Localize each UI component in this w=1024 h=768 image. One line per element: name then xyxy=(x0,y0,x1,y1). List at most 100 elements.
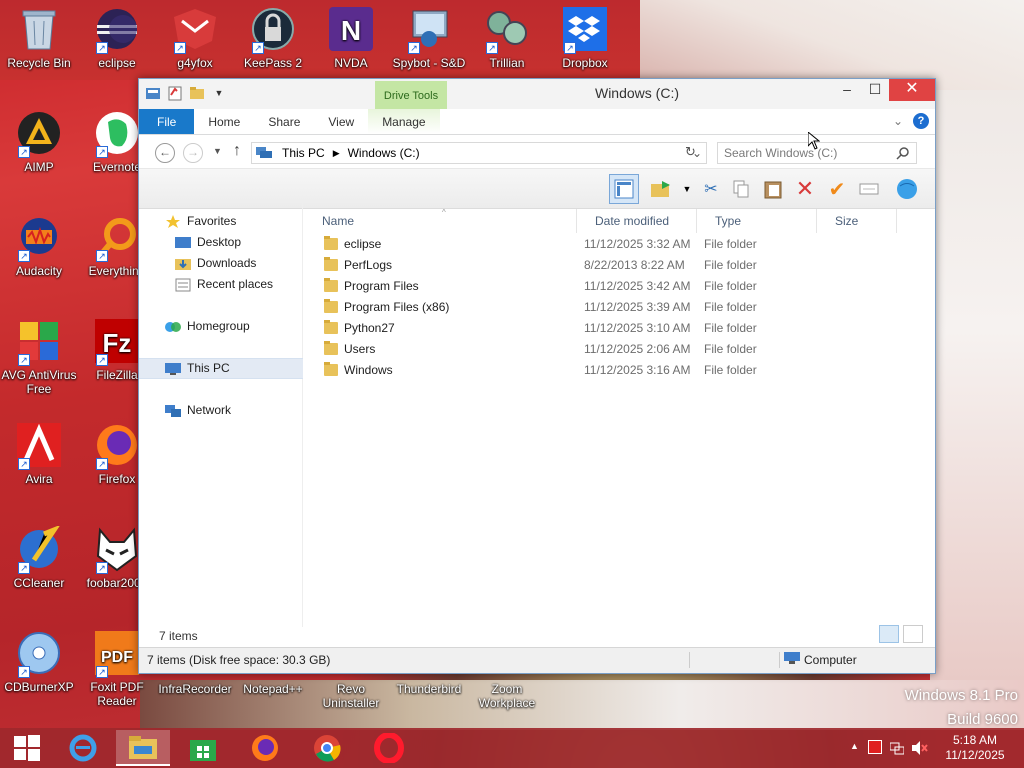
recent-locations-icon[interactable]: ▼ xyxy=(213,146,222,156)
nav-homegroup[interactable]: Homegroup xyxy=(139,316,303,337)
desktop-icon-aimp[interactable]: ↗ AIMP xyxy=(0,110,78,174)
file-list: Name ^ Date modified Type Size eclipse 1… xyxy=(304,203,935,627)
paste-icon[interactable] xyxy=(761,177,785,201)
desktop-icon-trillian[interactable]: ↗ Trillian xyxy=(468,6,546,70)
desktop-icon-ccleaner[interactable]: ↗ CCleaner xyxy=(0,526,78,590)
column-header-date[interactable]: Date modified xyxy=(577,209,697,233)
desktop-icon-avg[interactable]: ↗ AVG AntiVirus Free xyxy=(0,318,78,396)
select-icon[interactable] xyxy=(857,177,881,201)
search-icon[interactable] xyxy=(896,146,910,166)
column-header-label: Name xyxy=(322,214,355,228)
star-icon xyxy=(165,214,181,229)
file-date: 8/22/2013 8:22 AM xyxy=(584,258,685,272)
tab-share[interactable]: Share xyxy=(254,109,314,134)
desktop-icon-avira[interactable]: ↗ Avira xyxy=(0,422,78,486)
clock[interactable]: 5:18 AM 11/12/2025 xyxy=(940,733,1010,763)
back-button[interactable]: ← xyxy=(155,143,175,163)
large-icons-view-icon[interactable] xyxy=(903,625,923,643)
file-row[interactable]: Python27 11/12/2025 3:10 AM File folder xyxy=(304,318,904,339)
column-header-name[interactable]: Name ^ xyxy=(304,208,577,233)
folder-icon xyxy=(324,362,338,376)
start-button[interactable] xyxy=(0,730,54,766)
taskbar-chrome[interactable] xyxy=(300,730,354,766)
expand-ribbon-icon[interactable]: ⌄ xyxy=(893,114,903,128)
desktop-icon-infrarecorder[interactable]: InfraRecorder xyxy=(156,682,234,696)
volume-muted-icon[interactable] xyxy=(912,741,928,758)
tab-view[interactable]: View xyxy=(314,109,368,134)
taskbar-firefox[interactable] xyxy=(238,730,292,766)
nav-label: Recent places xyxy=(197,277,274,291)
desktop-icon-recycle-bin[interactable]: Recycle Bin xyxy=(0,6,78,70)
avira-tray-icon[interactable] xyxy=(868,740,882,754)
cut-icon[interactable]: ✂ xyxy=(699,177,723,201)
desktop-icon-label: Audacity xyxy=(15,264,63,278)
up-button[interactable]: ↑ xyxy=(233,142,241,160)
minimize-button[interactable]: – xyxy=(833,79,861,101)
taskbar-store[interactable] xyxy=(176,730,230,766)
file-row[interactable]: Program Files (x86) 11/12/2025 3:39 AM F… xyxy=(304,297,904,318)
avira-icon: ↗ xyxy=(16,422,62,470)
tab-manage[interactable]: Manage xyxy=(368,109,440,134)
file-date: 11/12/2025 3:32 AM xyxy=(584,237,691,251)
nav-favorites[interactable]: Favorites xyxy=(139,211,303,232)
nav-network[interactable]: Network xyxy=(139,400,303,421)
tab-home[interactable]: Home xyxy=(194,109,254,134)
move-to-icon[interactable] xyxy=(649,177,673,201)
desktop-icon-zoom[interactable]: Zoom Workplace xyxy=(468,682,546,710)
delete-icon[interactable]: ✕ xyxy=(793,176,817,201)
file-row[interactable]: Windows 11/12/2025 3:16 AM File folder xyxy=(304,360,904,381)
move-dropdown-icon[interactable]: ▼ xyxy=(675,177,699,201)
address-crumb-this-pc[interactable]: This PC xyxy=(282,146,325,160)
desktop-icon-notepadpp[interactable]: Notepad++ xyxy=(234,682,312,696)
desktop-icon-eclipse[interactable]: ↗ eclipse xyxy=(78,6,156,70)
refresh-icon[interactable]: ↻ xyxy=(685,144,696,160)
file-row[interactable]: PerfLogs 8/22/2013 8:22 AM File folder xyxy=(304,255,904,276)
network-icon xyxy=(165,404,181,418)
desktop-icon-g4yfox[interactable]: ↗ g4yfox xyxy=(156,6,234,70)
tab-file[interactable]: File xyxy=(139,109,195,134)
column-header-size[interactable]: Size xyxy=(817,209,897,233)
title-bar[interactable]: ▼ Drive Tools Windows (C:) – ☐ ✕ xyxy=(139,79,935,109)
desktop-icon-keepass[interactable]: ↗ KeePass 2 xyxy=(234,6,312,70)
desktop-icon-audacity[interactable]: ↗ Audacity xyxy=(0,214,78,278)
desktop-icon-thunderbird[interactable]: Thunderbird xyxy=(390,682,468,696)
address-bar[interactable]: This PC ▶ Windows (C:) ⌄ xyxy=(251,142,707,164)
file-date: 11/12/2025 3:42 AM xyxy=(584,279,691,293)
taskbar-internet-explorer[interactable] xyxy=(56,730,110,766)
network-tray-icon[interactable] xyxy=(889,741,905,758)
address-crumb-drive[interactable]: Windows (C:) xyxy=(348,146,420,160)
column-header-type[interactable]: Type xyxy=(697,209,817,233)
file-type: File folder xyxy=(704,258,757,272)
copy-icon[interactable] xyxy=(729,177,753,201)
nav-desktop[interactable]: Desktop xyxy=(139,232,303,253)
taskbar-opera[interactable] xyxy=(362,730,416,766)
preview-pane-icon[interactable] xyxy=(609,174,639,204)
trillian-icon: ↗ xyxy=(484,6,530,54)
desktop-icon-label: Notepad++ xyxy=(243,682,303,696)
help-icon[interactable]: ? xyxy=(913,113,929,129)
nav-label: Downloads xyxy=(197,256,257,270)
desktop-icon-dropbox[interactable]: ↗ Dropbox xyxy=(546,6,624,70)
clock-time: 5:18 AM xyxy=(952,733,998,747)
this-pc-icon xyxy=(256,145,274,162)
desktop-icon-nvda[interactable]: N NVDA xyxy=(312,6,390,70)
desktop-icon-cdburnerxp[interactable]: ↗ CDBurnerXP xyxy=(0,630,78,694)
show-hidden-icons[interactable]: ▲ xyxy=(850,741,859,751)
details-view-icon[interactable] xyxy=(879,625,899,643)
close-button[interactable]: ✕ xyxy=(889,79,935,101)
forward-button[interactable]: → xyxy=(183,143,203,163)
file-type: File folder xyxy=(704,279,757,293)
firefox-icon xyxy=(252,735,278,761)
nav-recent-places[interactable]: Recent places xyxy=(139,274,303,295)
file-row[interactable]: Program Files 11/12/2025 3:42 AM File fo… xyxy=(304,276,904,297)
desktop-icon-revo[interactable]: Revo Uninstaller xyxy=(312,682,390,710)
desktop-icon-spybot[interactable]: ↗ Spybot - S&D xyxy=(390,6,468,70)
taskbar-file-explorer[interactable] xyxy=(116,730,170,766)
rename-icon[interactable]: ✔ xyxy=(825,177,849,201)
file-row[interactable]: Users 11/12/2025 2:06 AM File folder xyxy=(304,339,904,360)
nav-this-pc[interactable]: This PC xyxy=(139,358,303,379)
network-globe-icon[interactable] xyxy=(895,177,919,201)
nav-downloads[interactable]: Downloads xyxy=(139,253,303,274)
file-row[interactable]: eclipse 11/12/2025 3:32 AM File folder xyxy=(304,234,904,255)
maximize-button[interactable]: ☐ xyxy=(861,79,889,101)
